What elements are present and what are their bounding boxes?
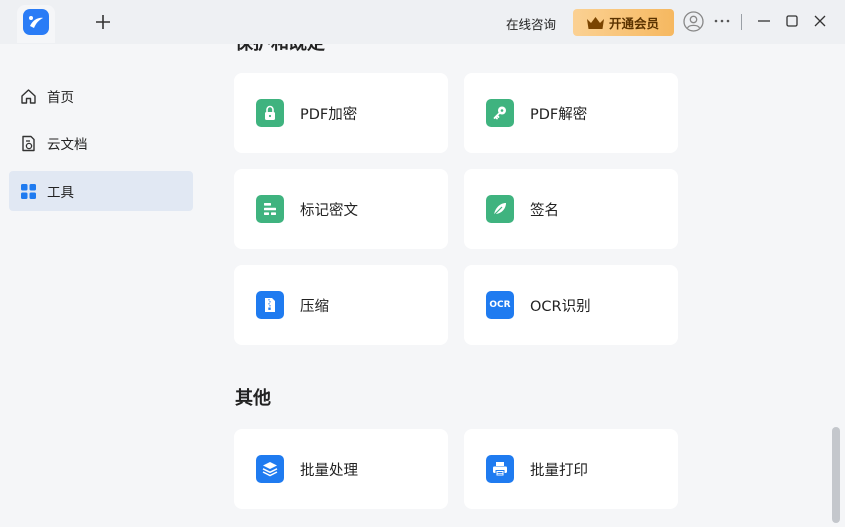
sidebar-item-home[interactable]: 首页 [9, 76, 193, 116]
lock-icon [256, 99, 284, 127]
close-icon[interactable] [811, 12, 829, 30]
section-title-protect: 保护和既定 [235, 44, 325, 55]
tool-card-label: 标记密文 [300, 202, 358, 219]
compress-icon [256, 291, 284, 319]
tool-card-label: PDF加密 [300, 106, 358, 123]
titlebar-divider [741, 14, 742, 30]
cloud-doc-icon [22, 135, 35, 151]
sidebar-item-tools[interactable]: 工具 [9, 171, 193, 211]
vip-button-label: 开通会员 [609, 16, 660, 31]
sidebar-item-label: 云文档 [47, 137, 88, 153]
vip-button[interactable]: 开通会员 [573, 9, 674, 36]
tool-card-ocr[interactable]: OCR OCR识别 [464, 265, 678, 345]
tool-card-batch-print[interactable]: 批量打印 [464, 429, 678, 509]
printer-icon [486, 455, 514, 483]
home-icon [21, 88, 36, 104]
new-tab-icon[interactable] [93, 12, 113, 32]
key-icon [486, 99, 514, 127]
maximize-icon[interactable] [783, 12, 801, 30]
tool-card-label: PDF解密 [530, 106, 588, 123]
tool-card-pdf-decrypt[interactable]: PDF解密 [464, 73, 678, 153]
tool-card-label: OCR识别 [530, 298, 591, 315]
tool-card-pdf-encrypt[interactable]: PDF加密 [234, 73, 448, 153]
user-avatar-icon[interactable] [683, 11, 704, 32]
tool-card-redact[interactable]: 标记密文 [234, 169, 448, 249]
batch-layers-icon [256, 455, 284, 483]
tool-card-label: 批量打印 [530, 462, 588, 479]
sidebar-item-cloud-docs[interactable]: 云文档 [9, 123, 193, 163]
tools-panel: 保护和既定 PDF加密 PDF解密 标记密文 签名 压缩 OCR [202, 44, 845, 527]
tool-card-label: 签名 [530, 202, 559, 219]
redact-icon [256, 195, 284, 223]
tool-card-label: 批量处理 [300, 462, 358, 479]
tools-grid-icon [21, 183, 36, 199]
tool-card-label: 压缩 [300, 298, 329, 315]
signature-icon [486, 195, 514, 223]
title-bar: 在线咨询 开通会员 [0, 0, 845, 44]
tool-card-signature[interactable]: 签名 [464, 169, 678, 249]
section-title-other: 其他 [235, 388, 271, 409]
sidebar-item-label: 工具 [47, 185, 74, 201]
tool-card-batch-process[interactable]: 批量处理 [234, 429, 448, 509]
ocr-icon-text: OCR [489, 300, 511, 310]
sidebar-item-label: 首页 [47, 90, 74, 106]
online-consult-link[interactable]: 在线咨询 [506, 14, 556, 33]
app-tab[interactable] [17, 5, 55, 43]
tool-card-compress[interactable]: 压缩 [234, 265, 448, 345]
more-icon[interactable] [713, 11, 731, 31]
minimize-icon[interactable] [755, 12, 773, 30]
scrollbar-thumb[interactable] [832, 427, 840, 523]
ocr-icon: OCR [486, 291, 514, 319]
crown-icon [587, 16, 604, 29]
sidebar: 首页 云文档 工具 [0, 44, 202, 527]
app-logo-icon [23, 9, 49, 35]
